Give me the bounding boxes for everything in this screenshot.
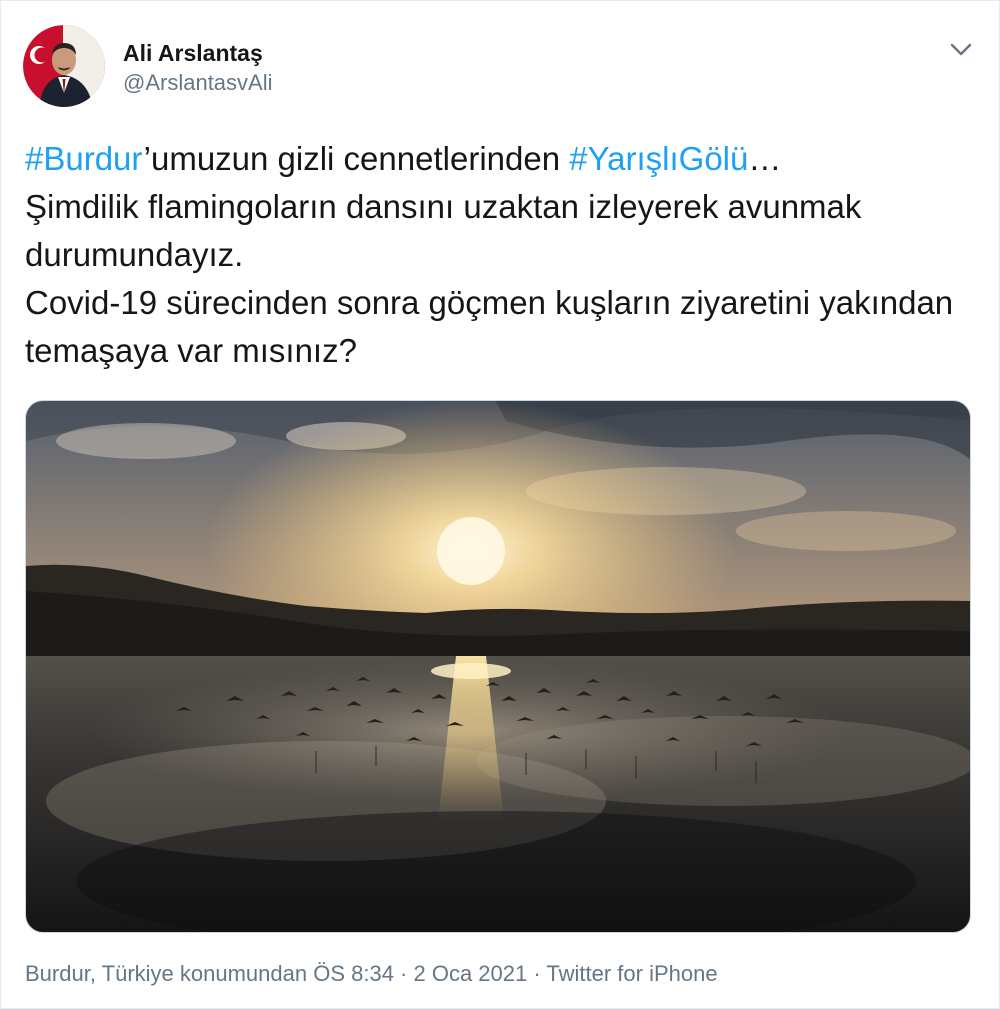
hashtag-burdur[interactable]: #Burdur: [25, 140, 144, 177]
tweet-meta: Burdur, Türkiye konumundan ÖS 8:34 · 2 O…: [25, 959, 718, 989]
sunset-lake-flamingos-image: [26, 401, 970, 932]
tweet-date[interactable]: 2 Oca 2021: [414, 961, 528, 986]
tweet-time[interactable]: ÖS 8:34: [313, 961, 394, 986]
chevron-down-icon: [950, 43, 972, 56]
tweet-location[interactable]: Burdur, Türkiye konumundan: [25, 961, 307, 986]
hashtag-yarislıgolu[interactable]: #YarışlıGölü: [569, 140, 748, 177]
author-handle[interactable]: @ArslantasvAli: [123, 69, 273, 97]
meta-separator: ·: [527, 961, 547, 986]
tweet-text-ellipsis: …: [748, 140, 782, 177]
tweet-header: Ali Arslantaş @ArslantasvAli: [23, 25, 978, 109]
tweet-source[interactable]: Twitter for iPhone: [546, 961, 717, 986]
tweet-menu-button[interactable]: [944, 33, 978, 67]
tweet-text-body: Şimdilik flamingoların dansını uzaktan i…: [25, 188, 954, 369]
tweet-card: Ali Arslantaş @ArslantasvAli #Burdur’umu…: [0, 0, 1000, 1009]
tweet-text-segment: ’umuzun gizli cennetlerinden: [143, 140, 570, 177]
tweet-media-video[interactable]: [25, 400, 971, 933]
author-avatar[interactable]: [23, 25, 105, 107]
author-display-name[interactable]: Ali Arslantaş: [123, 39, 273, 67]
tweet-text: #Burdur’umuzun gizli cennetlerinden #Yar…: [25, 135, 975, 375]
author-names: Ali Arslantaş @ArslantasvAli: [123, 39, 273, 97]
profile-photo-icon: [23, 25, 105, 107]
meta-separator: ·: [393, 961, 414, 986]
